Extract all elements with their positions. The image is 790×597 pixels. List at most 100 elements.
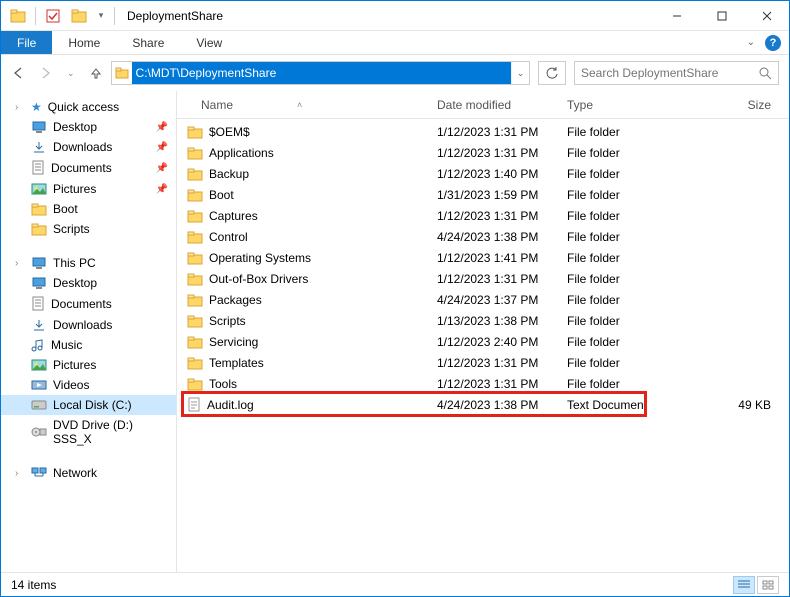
- folder-app-icon[interactable]: [7, 5, 29, 27]
- file-row[interactable]: Templates1/12/2023 1:31 PMFile folder: [177, 352, 789, 373]
- refresh-button[interactable]: [538, 61, 566, 85]
- file-row[interactable]: Scripts1/13/2023 1:38 PMFile folder: [177, 310, 789, 331]
- file-date: 1/12/2023 1:31 PM: [429, 377, 559, 391]
- file-type: File folder: [559, 125, 689, 139]
- sidebar-item[interactable]: DVD Drive (D:) SSS_X: [1, 415, 176, 449]
- column-header-type[interactable]: Type: [559, 98, 689, 112]
- back-button[interactable]: [11, 66, 25, 80]
- folder-icon: [187, 125, 203, 139]
- window-controls: [654, 1, 789, 30]
- folder-icon: [187, 293, 203, 307]
- pin-icon: 📌: [156, 142, 168, 153]
- recent-dropdown-icon[interactable]: ⌄: [67, 68, 75, 79]
- chevron-right-icon[interactable]: ›: [15, 258, 25, 269]
- sidebar-item[interactable]: Desktop: [1, 273, 176, 293]
- folder-icon: [187, 167, 203, 181]
- sidebar-label: Network: [53, 466, 97, 480]
- sidebar-item-label: Pictures: [53, 182, 96, 196]
- sidebar-item[interactable]: Scripts: [1, 219, 176, 239]
- sidebar-item[interactable]: Documents: [1, 293, 176, 315]
- address-bar[interactable]: C:\MDT\DeploymentShare ⌄: [111, 61, 530, 85]
- file-date: 1/12/2023 2:40 PM: [429, 335, 559, 349]
- sidebar-item[interactable]: Pictures 📌: [1, 179, 176, 199]
- sidebar-item-icon: [31, 120, 47, 134]
- search-box[interactable]: [574, 61, 779, 85]
- sidebar-item[interactable]: Local Disk (C:): [1, 395, 176, 415]
- file-type: Text Document: [559, 398, 689, 412]
- sidebar-item-label: Documents: [51, 297, 112, 311]
- chevron-right-icon[interactable]: ›: [15, 102, 25, 113]
- icons-view-button[interactable]: [757, 576, 779, 594]
- file-row[interactable]: Tools1/12/2023 1:31 PMFile folder: [177, 373, 789, 394]
- chevron-right-icon[interactable]: ›: [15, 468, 25, 479]
- file-row[interactable]: Operating Systems1/12/2023 1:41 PMFile f…: [177, 247, 789, 268]
- file-row[interactable]: Out-of-Box Drivers1/12/2023 1:31 PMFile …: [177, 268, 789, 289]
- search-icon[interactable]: [758, 66, 772, 80]
- sidebar-item-icon: [31, 222, 47, 236]
- sidebar-item[interactable]: Pictures: [1, 355, 176, 375]
- sidebar-item-label: Desktop: [53, 120, 97, 134]
- file-date: 1/12/2023 1:31 PM: [429, 146, 559, 160]
- file-type: File folder: [559, 251, 689, 265]
- file-date: 4/24/2023 1:38 PM: [429, 398, 559, 412]
- sidebar-item-label: Boot: [53, 202, 78, 216]
- navigation-bar: ⌄ C:\MDT\DeploymentShare ⌄: [1, 55, 789, 91]
- file-row[interactable]: Packages4/24/2023 1:37 PMFile folder: [177, 289, 789, 310]
- sidebar-this-pc[interactable]: › This PC: [1, 253, 176, 273]
- search-input[interactable]: [581, 66, 758, 80]
- folder-icon: [187, 314, 203, 328]
- sidebar-item-icon: [31, 160, 45, 176]
- column-header-name[interactable]: Name ˄: [177, 98, 429, 112]
- tab-share[interactable]: Share: [116, 31, 180, 54]
- close-button[interactable]: [744, 1, 789, 30]
- minimize-button[interactable]: [654, 1, 699, 30]
- folder-icon: [187, 188, 203, 202]
- address-history-icon[interactable]: ⌄: [511, 62, 529, 84]
- file-date: 1/12/2023 1:31 PM: [429, 125, 559, 139]
- sidebar-item[interactable]: Music: [1, 335, 176, 355]
- sidebar-item[interactable]: Videos: [1, 375, 176, 395]
- navigation-pane[interactable]: › ★ Quick access Desktop📌Downloads📌Docum…: [1, 91, 177, 572]
- file-name: Audit.log: [207, 398, 254, 412]
- sidebar-item-icon: [31, 378, 47, 392]
- file-row[interactable]: Control4/24/2023 1:38 PMFile folder: [177, 226, 789, 247]
- help-icon[interactable]: ?: [765, 35, 781, 51]
- sidebar-item[interactable]: Documents📌: [1, 157, 176, 179]
- address-text[interactable]: C:\MDT\DeploymentShare: [132, 62, 511, 84]
- maximize-button[interactable]: [699, 1, 744, 30]
- file-row[interactable]: $OEM$ 1/12/2023 1:31 PMFile folder: [177, 121, 789, 142]
- tab-file[interactable]: File: [1, 31, 52, 54]
- file-name: $OEM$: [209, 125, 250, 139]
- file-type: File folder: [559, 167, 689, 181]
- forward-button[interactable]: [39, 66, 53, 80]
- ribbon-expand-icon[interactable]: ⌄: [747, 37, 755, 48]
- qa-folder-icon[interactable]: [68, 5, 90, 27]
- column-header-size[interactable]: Size: [689, 98, 779, 112]
- qa-dropdown-icon[interactable]: ▾: [94, 5, 108, 27]
- up-button[interactable]: [89, 66, 103, 80]
- sidebar-item[interactable]: Downloads: [1, 315, 176, 335]
- sidebar-item-label: Videos: [53, 378, 89, 392]
- sidebar-item[interactable]: Boot: [1, 199, 176, 219]
- column-header-date[interactable]: Date modified: [429, 98, 559, 112]
- file-row[interactable]: Boot1/31/2023 1:59 PMFile folder: [177, 184, 789, 205]
- tab-view[interactable]: View: [180, 31, 238, 54]
- sidebar-quick-access[interactable]: › ★ Quick access: [1, 97, 176, 117]
- details-view-button[interactable]: [733, 576, 755, 594]
- sidebar-network[interactable]: › Network: [1, 463, 176, 483]
- sidebar-item[interactable]: Desktop📌: [1, 117, 176, 137]
- folder-icon: [187, 251, 203, 265]
- sidebar-item[interactable]: Downloads📌: [1, 137, 176, 157]
- file-row[interactable]: Servicing1/12/2023 2:40 PMFile folder: [177, 331, 789, 352]
- file-row[interactable]: Audit.log4/24/2023 1:38 PMText Document4…: [177, 394, 789, 415]
- file-row[interactable]: Applications1/12/2023 1:31 PMFile folder: [177, 142, 789, 163]
- pin-icon: 📌: [156, 184, 168, 195]
- column-headers: Name ˄ Date modified Type Size: [177, 91, 789, 119]
- file-rows[interactable]: $OEM$1/12/2023 1:31 PMFile folderApplica…: [177, 119, 789, 572]
- file-row[interactable]: Captures1/12/2023 1:31 PMFile folder: [177, 205, 789, 226]
- tab-home[interactable]: Home: [52, 31, 116, 54]
- file-date: 1/12/2023 1:31 PM: [429, 272, 559, 286]
- file-row[interactable]: Backup1/12/2023 1:40 PMFile folder: [177, 163, 789, 184]
- qa-checkmark-icon[interactable]: [42, 5, 64, 27]
- explorer-window: ▾ DeploymentShare File Home Share View ⌄…: [0, 0, 790, 597]
